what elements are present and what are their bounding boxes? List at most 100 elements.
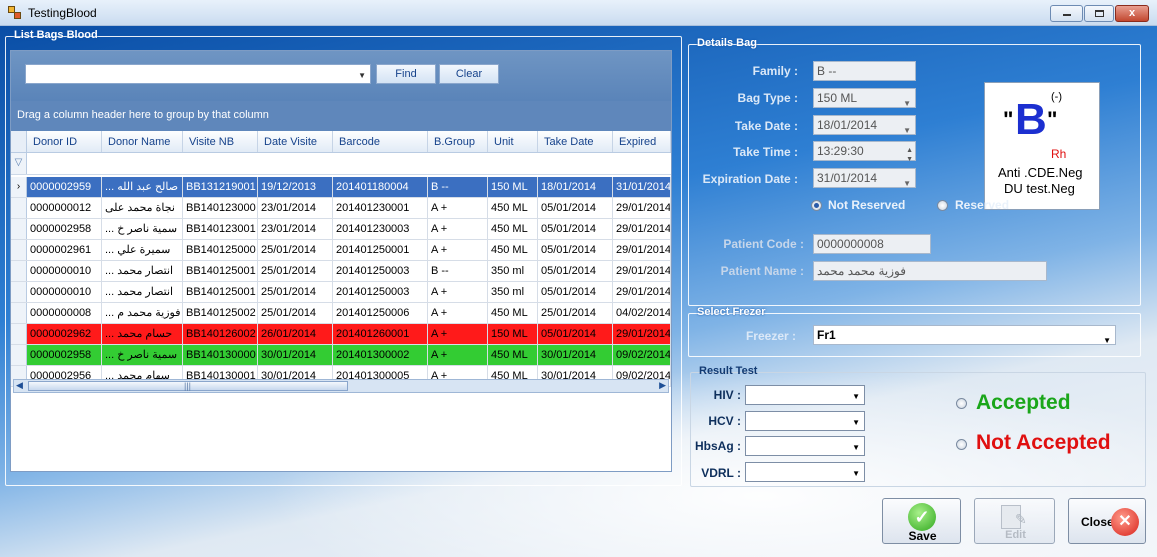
table-cell[interactable]: ... سمية ناصر خ: [102, 345, 183, 365]
column-header-visite-nb[interactable]: Visite NB: [183, 131, 258, 152]
table-cell[interactable]: 350 ml: [488, 282, 538, 302]
find-input[interactable]: ▼: [25, 64, 371, 84]
row-indicator[interactable]: [11, 261, 27, 281]
take-time-spinner[interactable]: 13:29:30 ▲ ▼: [813, 141, 916, 163]
table-cell[interactable]: BB131219001: [183, 177, 258, 197]
table-cell[interactable]: 450 ML: [488, 198, 538, 218]
table-cell[interactable]: BB140125001: [183, 261, 258, 281]
table-cell[interactable]: A +: [428, 240, 488, 260]
row-indicator[interactable]: [11, 282, 27, 302]
column-header-expired-date[interactable]: Expired Da: [613, 131, 671, 152]
table-cell[interactable]: 05/01/2014: [538, 240, 613, 260]
save-button[interactable]: ✓ Save: [882, 498, 961, 544]
column-header-barcode[interactable]: Barcode: [333, 131, 428, 152]
vdrl-select[interactable]: ▼: [745, 462, 865, 482]
table-cell[interactable]: 0000002961: [27, 240, 102, 260]
table-cell[interactable]: ... فوزية محمد م: [102, 303, 183, 323]
table-cell[interactable]: A +: [428, 303, 488, 323]
row-indicator[interactable]: [11, 219, 27, 239]
column-header-bgroup[interactable]: B.Group: [428, 131, 488, 152]
table-cell[interactable]: 25/01/2014: [538, 303, 613, 323]
table-cell[interactable]: 201401180004: [333, 177, 428, 197]
table-row[interactable]: 0000002958... سمية ناصر خ BB140123001 23/0…: [11, 219, 671, 240]
table-cell[interactable]: 0000002958: [27, 345, 102, 365]
table-cell[interactable]: 0000002962: [27, 324, 102, 344]
find-button[interactable]: Find: [376, 64, 436, 84]
table-cell[interactable]: 29/01/2014: [613, 219, 671, 239]
table-cell[interactable]: ... سمية ناصر خ: [102, 219, 183, 239]
table-cell[interactable]: 0000002958: [27, 219, 102, 239]
table-cell[interactable]: 0000002959: [27, 177, 102, 197]
chevron-down-icon[interactable]: ▼: [358, 71, 366, 80]
table-cell[interactable]: B --: [428, 261, 488, 281]
clear-button[interactable]: Clear: [439, 64, 499, 84]
row-indicator[interactable]: [11, 345, 27, 365]
table-cell[interactable]: 29/01/2014: [613, 324, 671, 344]
table-row[interactable]: 0000002958... سمية ناصر خ BB140130000 30/0…: [11, 345, 671, 366]
table-cell[interactable]: 25/01/2014: [258, 303, 333, 323]
table-cell[interactable]: 201401230003: [333, 219, 428, 239]
table-row[interactable]: 0000002961... سميرة علي BB140125000 25/01/…: [11, 240, 671, 261]
close-window-button[interactable]: x: [1115, 5, 1149, 22]
hbsag-select[interactable]: ▼: [745, 436, 865, 456]
table-cell[interactable]: 31/01/2014: [613, 177, 671, 197]
table-cell[interactable]: 18/01/2014: [538, 177, 613, 197]
table-cell[interactable]: ... سميرة علي: [102, 240, 183, 260]
not-accepted-radio[interactable]: [956, 439, 967, 450]
take-date-picker[interactable]: 18/01/2014 ▼: [813, 115, 916, 135]
current-row-indicator-icon[interactable]: ›: [11, 177, 27, 197]
table-cell[interactable]: 05/01/2014: [538, 282, 613, 302]
table-cell[interactable]: 05/01/2014: [538, 198, 613, 218]
table-cell[interactable]: 25/01/2014: [258, 282, 333, 302]
table-cell[interactable]: 201401250001: [333, 240, 428, 260]
table-cell[interactable]: 450 ML: [488, 240, 538, 260]
not-accepted-label[interactable]: Not Accepted: [976, 431, 1111, 455]
not-reserved-radio[interactable]: [811, 200, 822, 211]
table-row[interactable]: 0000000010... انتصار محمد BB140125001 25/0…: [11, 261, 671, 282]
group-by-panel[interactable]: Drag a column header here to group by th…: [11, 101, 671, 131]
edit-button[interactable]: ✎ Edit: [974, 498, 1055, 544]
table-cell[interactable]: 150 ML: [488, 177, 538, 197]
table-cell[interactable]: 201401300002: [333, 345, 428, 365]
table-cell[interactable]: A +: [428, 219, 488, 239]
table-cell[interactable]: 450 ML: [488, 219, 538, 239]
table-cell[interactable]: ... صالح عبد الله: [102, 177, 183, 197]
table-cell[interactable]: 30/01/2014: [538, 345, 613, 365]
table-cell[interactable]: 05/01/2014: [538, 219, 613, 239]
table-cell[interactable]: ... حسام محمد: [102, 324, 183, 344]
table-row[interactable]: › 0000002959... صالح عبد الله BB131219001 1…: [11, 177, 671, 198]
row-indicator[interactable]: [11, 198, 27, 218]
column-header-date-visite[interactable]: Date Visite: [258, 131, 333, 152]
table-cell[interactable]: 04/02/2014: [613, 303, 671, 323]
column-header-take-date[interactable]: Take Date: [538, 131, 613, 152]
maximize-button[interactable]: [1084, 5, 1114, 22]
table-cell[interactable]: BB140130000: [183, 345, 258, 365]
column-header-donor-name[interactable]: Donor Name: [102, 131, 183, 152]
table-cell[interactable]: 29/01/2014: [613, 198, 671, 218]
table-cell[interactable]: 450 ML: [488, 345, 538, 365]
table-cell[interactable]: 0000000008: [27, 303, 102, 323]
table-cell[interactable]: 0000000010: [27, 261, 102, 281]
table-cell[interactable]: 201401230001: [333, 198, 428, 218]
table-cell[interactable]: 350 ml: [488, 261, 538, 281]
table-cell[interactable]: 201401250003: [333, 282, 428, 302]
table-cell[interactable]: 29/01/2014: [613, 261, 671, 281]
table-cell[interactable]: BB140123000: [183, 198, 258, 218]
table-cell[interactable]: 450 ML: [488, 303, 538, 323]
table-cell[interactable]: نجاة محمد على: [102, 198, 183, 218]
horizontal-scrollbar[interactable]: ◀ ||| ▶: [13, 379, 669, 393]
accepted-label[interactable]: Accepted: [976, 391, 1071, 415]
table-cell[interactable]: ... انتصار محمد: [102, 261, 183, 281]
table-cell[interactable]: BB140125000: [183, 240, 258, 260]
scroll-left-icon[interactable]: ◀: [16, 380, 23, 391]
reserved-radio[interactable]: [937, 200, 948, 211]
table-row[interactable]: 0000000008... فوزية محمد م BB140125002 25/…: [11, 303, 671, 324]
table-cell[interactable]: BB140123001: [183, 219, 258, 239]
table-cell[interactable]: 23/01/2014: [258, 198, 333, 218]
table-cell[interactable]: BB140125002: [183, 303, 258, 323]
table-cell[interactable]: BB140125001: [183, 282, 258, 302]
table-cell[interactable]: 201401250006: [333, 303, 428, 323]
table-cell[interactable]: 05/01/2014: [538, 324, 613, 344]
auto-filter-row[interactable]: ▽: [11, 153, 671, 175]
table-row[interactable]: 0000002962... حسام محمد BB140126002 26/01/…: [11, 324, 671, 345]
